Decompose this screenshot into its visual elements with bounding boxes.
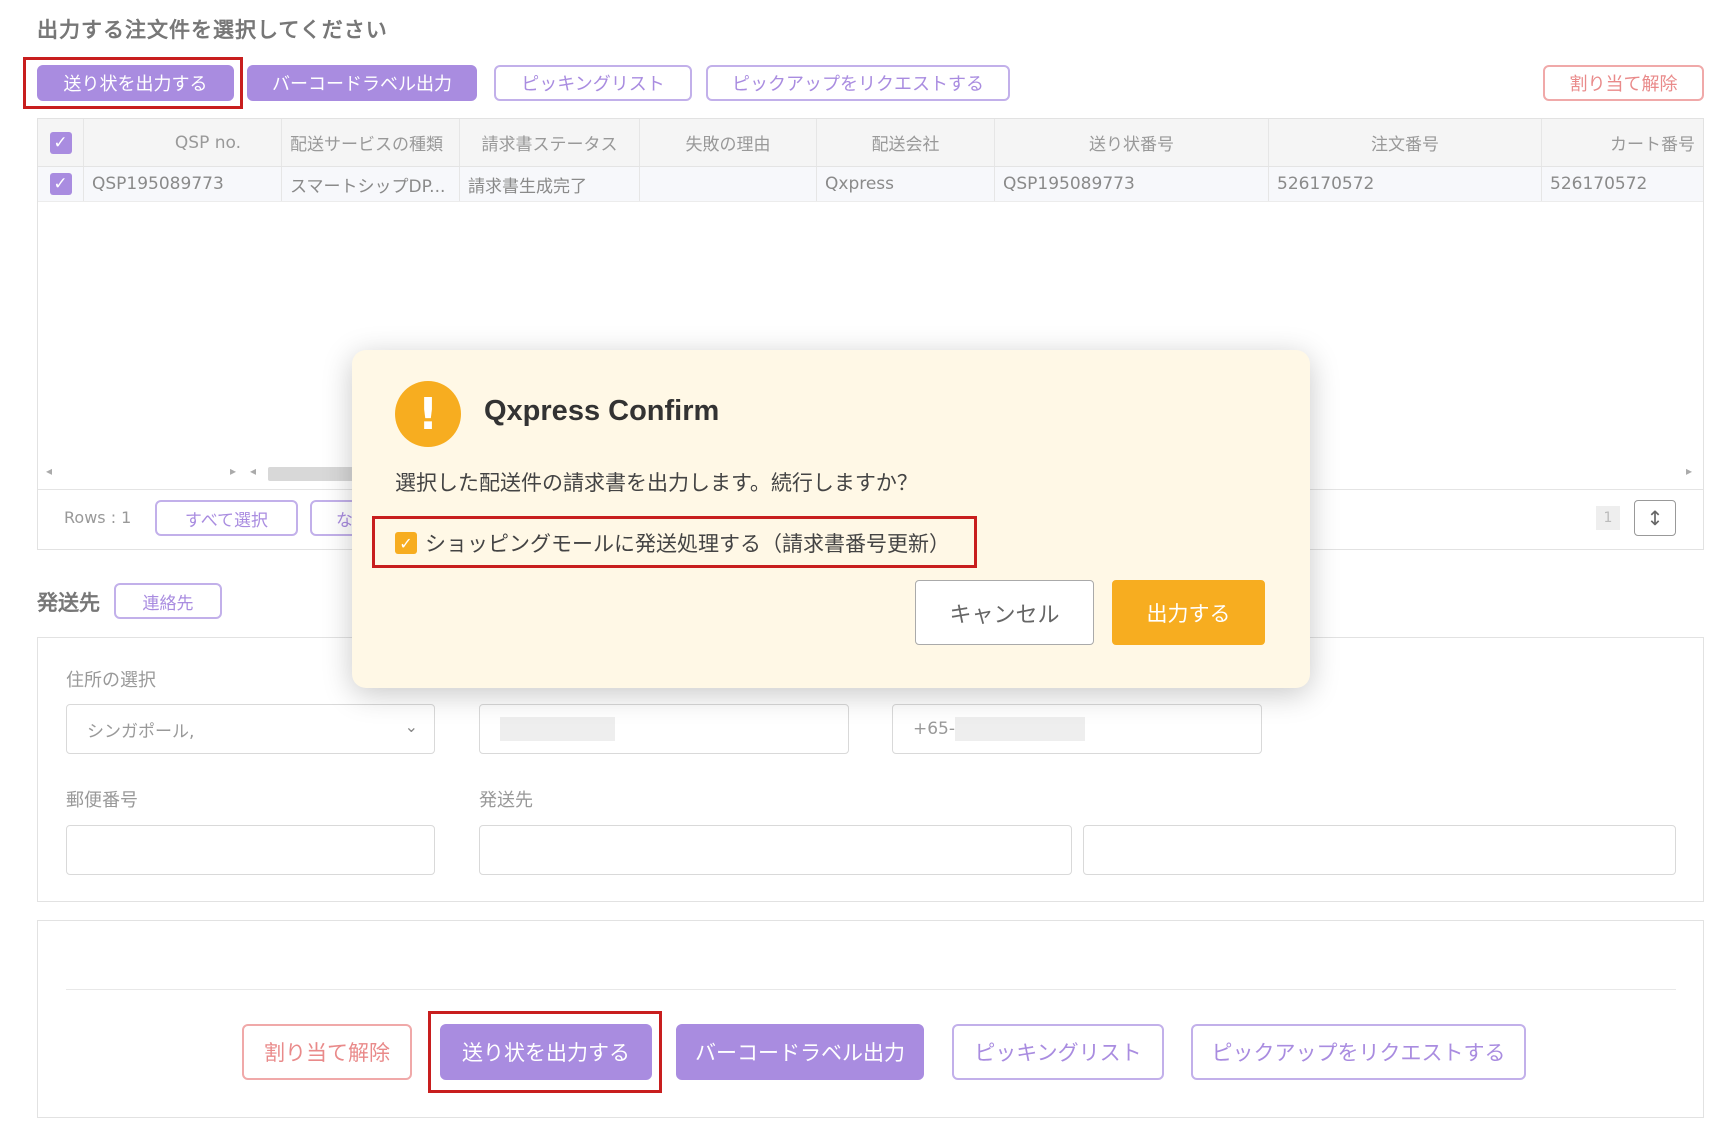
- header-service-type[interactable]: 配送サービスの種類: [282, 119, 460, 166]
- header-failure-reason[interactable]: 失敗の理由: [640, 119, 817, 166]
- cancel-button[interactable]: キャンセル: [915, 580, 1094, 645]
- header-invoice-status[interactable]: 請求書ステータス: [460, 119, 640, 166]
- check-icon[interactable]: ✓: [49, 173, 72, 195]
- select-all-button[interactable]: すべて選択: [155, 500, 298, 536]
- request-pickup-button[interactable]: ピックアップをリクエストする: [706, 65, 1010, 101]
- header-qsp-no[interactable]: QSP no.: [84, 119, 282, 166]
- highlight-box-top: [23, 57, 243, 109]
- cell-waybill-no: QSP195089773: [995, 167, 1269, 201]
- header-order-no[interactable]: 注文番号: [1269, 119, 1542, 166]
- unassign-button-bottom[interactable]: 割り当て解除: [242, 1024, 412, 1080]
- destination-label: 発送先: [479, 790, 533, 811]
- masked-value: [955, 717, 1086, 741]
- dialog-message: 選択した配送件の請求書を出力します。続行しますか？: [395, 471, 918, 495]
- shipping-label: 発送先: [37, 591, 100, 615]
- request-pickup-button-bottom[interactable]: ピックアップをリクエストする: [1191, 1024, 1526, 1080]
- destination-field-1[interactable]: [479, 825, 1072, 875]
- header-cart-no[interactable]: カート番号: [1542, 119, 1703, 166]
- destination-field-2[interactable]: [1083, 825, 1676, 875]
- expand-rows-icon[interactable]: ↕: [1634, 500, 1676, 536]
- warning-icon: !: [395, 381, 461, 447]
- phone-prefix: +65-: [913, 719, 956, 739]
- address-select-label: 住所の選択: [66, 670, 156, 691]
- barcode-label-button[interactable]: バーコードラベル出力: [247, 65, 477, 101]
- barcode-label-button-bottom[interactable]: バーコードラベル出力: [676, 1024, 924, 1080]
- cell-invoice-status: 請求書生成完了: [460, 167, 640, 201]
- table-row[interactable]: ✓ QSP195089773 スマートシップDP... 請求書生成完了 Qxpr…: [38, 167, 1703, 202]
- chevron-down-icon: ⌄: [404, 717, 418, 736]
- cell-qsp-no: QSP195089773: [84, 167, 282, 201]
- unassign-button[interactable]: 割り当て解除: [1543, 65, 1704, 101]
- scroll-thumb[interactable]: [268, 467, 358, 481]
- cell-order-no: 526170572: [1269, 167, 1542, 201]
- divider: [66, 989, 1676, 990]
- name-field[interactable]: [479, 704, 849, 754]
- row-select-cell[interactable]: ✓: [38, 167, 84, 201]
- dialog-title: Qxpress Confirm: [484, 395, 720, 427]
- bottom-action-panel: [37, 920, 1704, 1118]
- confirm-output-button[interactable]: 出力する: [1112, 580, 1265, 645]
- picking-list-button-bottom[interactable]: ピッキングリスト: [952, 1024, 1164, 1080]
- cell-carrier: Qxpress: [817, 167, 995, 201]
- select-all-cell[interactable]: ✓: [38, 119, 84, 166]
- page-number[interactable]: 1: [1596, 506, 1620, 530]
- header-carrier[interactable]: 配送会社: [817, 119, 995, 166]
- page-title: 出力する注文件を選択してください: [37, 18, 388, 42]
- cell-service-type: スマートシップDP...: [282, 167, 460, 201]
- rows-count: Rows : 1: [64, 508, 132, 527]
- masked-value: [500, 717, 615, 741]
- scroll-left-icon[interactable]: ◂: [46, 464, 52, 478]
- postal-code-label: 郵便番号: [66, 790, 138, 811]
- highlight-box-bottom: [428, 1011, 662, 1093]
- grid-header: ✓ QSP no. 配送サービスの種類 請求書ステータス 失敗の理由 配送会社 …: [38, 119, 1703, 167]
- phone-field[interactable]: +65-: [892, 704, 1262, 754]
- picking-list-button[interactable]: ピッキングリスト: [494, 65, 692, 101]
- cell-cart-no: 526170572: [1550, 174, 1648, 194]
- header-waybill-no[interactable]: 送り状番号: [995, 119, 1269, 166]
- postal-code-field[interactable]: [66, 825, 435, 875]
- address-select[interactable]: シンガポール, ⌄: [66, 704, 435, 754]
- contact-button[interactable]: 連絡先: [114, 583, 222, 619]
- highlight-box-checkbox: [372, 516, 977, 568]
- check-icon[interactable]: ✓: [49, 131, 72, 154]
- address-select-value: シンガポール,: [87, 721, 195, 742]
- scroll-right-icon[interactable]: ▸: [230, 464, 236, 478]
- cell-failure-reason: [640, 167, 817, 201]
- scroll-left-icon[interactable]: ◂: [250, 464, 256, 478]
- scroll-right-icon[interactable]: ▸: [1686, 464, 1692, 478]
